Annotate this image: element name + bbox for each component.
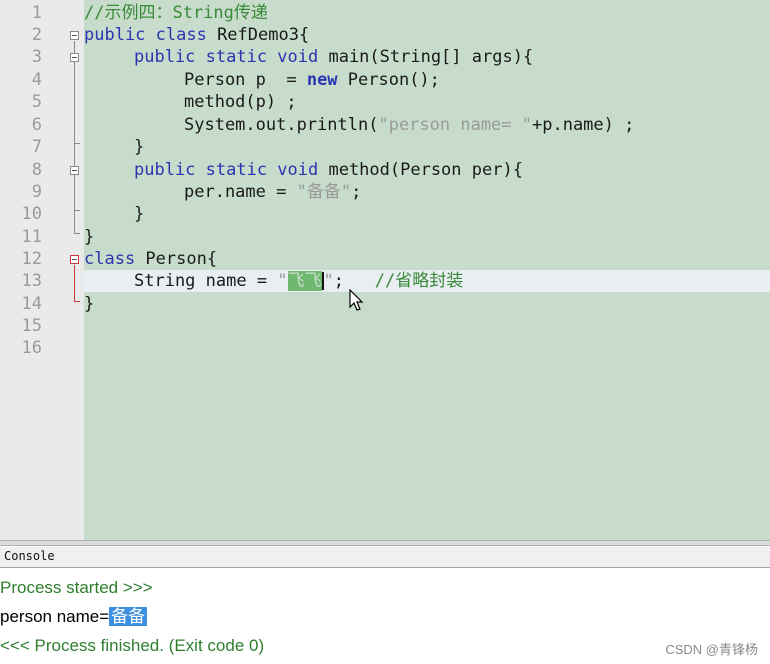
console-tab-label: Console (4, 549, 55, 563)
fold-margin (66, 0, 84, 540)
line-number: 6 (31, 115, 42, 135)
line-number: 4 (31, 70, 42, 90)
line-number: 2 (31, 25, 42, 45)
fold-toggle[interactable] (70, 53, 79, 62)
line-number: 13 (21, 271, 42, 291)
line-number: 8 (31, 160, 42, 180)
fold-guide (74, 41, 75, 233)
code-line-current: String name = "飞飞 "; //省略封装 (134, 271, 464, 291)
code-line: } (134, 204, 145, 224)
panel-splitter[interactable] (0, 540, 770, 546)
line-number: 3 (31, 47, 42, 67)
code-line: class Person{ (84, 249, 218, 269)
line-number: 9 (31, 182, 42, 202)
code-line: Person p = new Person(); (184, 70, 440, 90)
code-line: //示例四：String传递 (84, 2, 770, 24)
code-line: System.out.println("person name= "+p.nam… (184, 115, 635, 135)
fold-toggle[interactable] (70, 255, 79, 264)
console-selection[interactable]: 备备 (109, 607, 148, 626)
code-line: method(p) ; (184, 92, 297, 112)
console-tab[interactable]: Console (0, 547, 770, 568)
console-line: Process started >>> (0, 578, 153, 597)
line-number: 11 (21, 227, 42, 247)
code-editor[interactable]: 1 2 3 4 5 6 7 8 9 10 11 12 13 14 15 16 /… (0, 0, 770, 540)
mouse-pointer-icon (349, 289, 364, 311)
console-line: <<< Process finished. (Exit code 0) (0, 636, 265, 655)
line-number: 10 (21, 204, 42, 224)
comment: //省略封装 (374, 271, 464, 291)
code-line: } (84, 227, 95, 247)
code-area[interactable]: //示例四：String传递 public class RefDemo3{ pu… (84, 0, 770, 540)
console-output[interactable]: Process started >>> person name= 备备 <<< P… (0, 569, 770, 664)
fold-guide (74, 265, 75, 301)
code-line: } (84, 294, 95, 314)
code-line: per.name = "备备"; (184, 182, 362, 202)
code-line: public static void main(String[] args){ (134, 47, 534, 67)
line-number-gutter: 1 2 3 4 5 6 7 8 9 10 11 12 13 14 15 16 (0, 0, 66, 540)
line-number: 5 (31, 92, 42, 112)
fold-toggle[interactable] (70, 31, 79, 40)
line-number: 7 (31, 137, 42, 157)
line-number: 1 (31, 3, 42, 23)
watermark: CSDN @青锋杨 (665, 642, 758, 657)
fold-toggle[interactable] (70, 166, 79, 175)
comment: //示例四：String传递 (84, 3, 268, 23)
code-line: } (134, 137, 145, 157)
code-line: public class RefDemo3{ (84, 25, 310, 45)
line-number: 12 (21, 249, 42, 269)
code-line: public static void method(Person per){ (134, 160, 523, 180)
console-line: person name= 备备 (0, 607, 148, 626)
line-number: 16 (21, 338, 42, 358)
line-number: 14 (21, 294, 42, 314)
text-selection[interactable]: 飞飞 (287, 271, 322, 291)
line-number: 15 (21, 316, 42, 336)
